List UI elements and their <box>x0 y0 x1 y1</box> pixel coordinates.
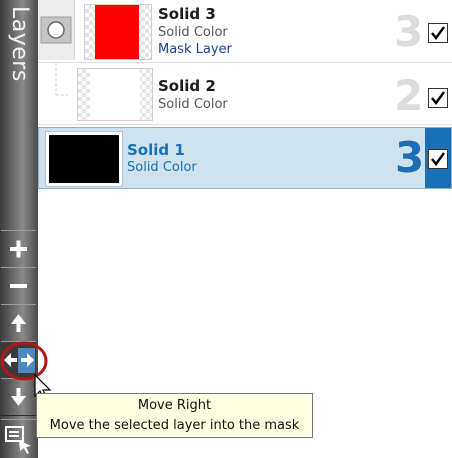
layer-enable-checkbox[interactable] <box>428 149 448 169</box>
layer-number: 2 <box>394 71 424 120</box>
layer-properties-icon <box>5 426 31 454</box>
checkmark-icon <box>431 26 445 40</box>
panel-title: Layers <box>0 0 38 100</box>
tooltip: Move Right Move the selected layer into … <box>36 393 313 438</box>
tooltip-title: Move Right <box>137 398 212 413</box>
layer-type: Solid Color <box>158 25 228 40</box>
layer-row[interactable]: Solid 2 Solid Color 2 <box>38 63 452 125</box>
delete-layer-button[interactable] <box>1 267 36 305</box>
layer-number: 3 <box>395 133 425 182</box>
tooltip-description: Move the selected layer into the mask <box>49 418 300 433</box>
layer-name: Solid 2 <box>158 77 216 95</box>
layer-toggle-circle-icon <box>40 16 72 44</box>
layer-thumbnail <box>45 131 123 187</box>
move-down-button[interactable] <box>1 378 36 416</box>
layer-name: Solid 3 <box>158 5 216 23</box>
layer-thumbnail <box>77 68 153 121</box>
layer-name: Solid 1 <box>127 141 185 159</box>
add-layer-button[interactable] <box>1 230 36 268</box>
layer-enable-checkbox[interactable] <box>428 23 448 43</box>
checkmark-icon <box>431 91 445 105</box>
layer-number: 3 <box>394 7 424 56</box>
layer-type: Solid Color <box>158 97 228 112</box>
panel-title-label: Layers <box>7 6 32 82</box>
layer-row[interactable]: Solid 3 Solid Color Mask Layer 3 <box>38 0 452 63</box>
plus-icon <box>10 240 27 258</box>
layer-thumbnail <box>84 4 152 60</box>
arrow-up-icon <box>11 314 26 332</box>
checkmark-icon <box>431 152 445 166</box>
layers-list: Solid 3 Solid Color Mask Layer 3 Solid 2… <box>38 0 452 458</box>
layer-properties-button[interactable] <box>1 419 36 456</box>
layer-type: Solid Color <box>127 160 197 175</box>
layer-visibility-toggle[interactable] <box>38 0 75 60</box>
minus-icon <box>10 284 27 288</box>
mask-layer-label: Mask Layer <box>158 42 232 57</box>
layer-enable-checkbox[interactable] <box>428 88 448 108</box>
move-up-button[interactable] <box>1 304 36 342</box>
layer-row-selected[interactable]: Solid 1 Solid Color 3 <box>38 127 452 189</box>
arrow-down-icon <box>11 388 26 406</box>
